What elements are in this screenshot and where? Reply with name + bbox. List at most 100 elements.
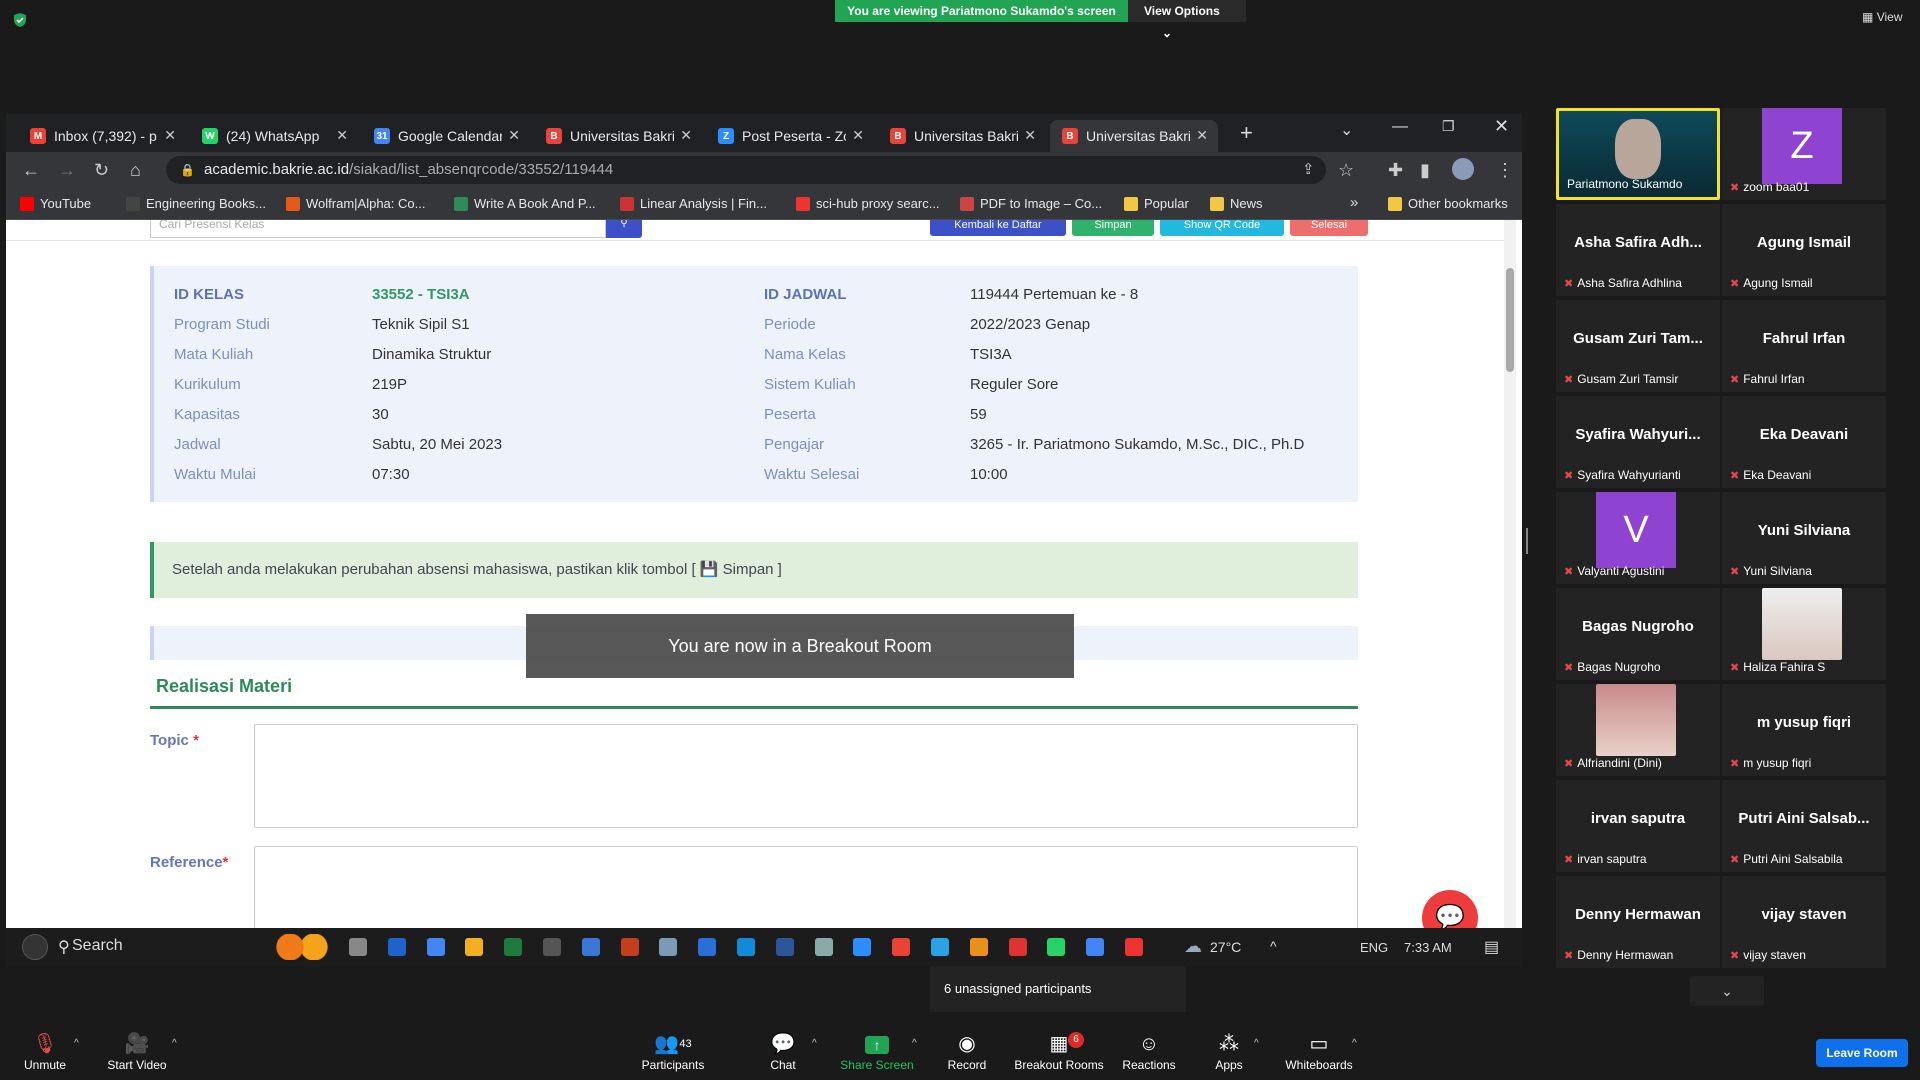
- share-options-caret[interactable]: ^: [912, 1038, 917, 1049]
- participant-tile[interactable]: Syafira Wahyuri... ✖ Syafira Wahyurianti: [1556, 396, 1720, 488]
- back-icon[interactable]: ←: [22, 160, 40, 181]
- reload-icon[interactable]: ↻: [94, 160, 109, 181]
- tab-close-icon[interactable]: ✕: [1024, 127, 1036, 144]
- tray-chevron-icon[interactable]: ^: [1270, 938, 1277, 954]
- tab-close-icon[interactable]: ✕: [852, 127, 864, 144]
- taskbar-app-icon[interactable]: [853, 938, 872, 956]
- taskbar-app-icon[interactable]: [1008, 938, 1027, 956]
- participant-tile[interactable]: irvan saputra ✖ irvan saputra: [1556, 780, 1720, 872]
- participant-tile[interactable]: Gusam Zuri Tam... ✖ Gusam Zuri Tamsir: [1556, 300, 1720, 392]
- participants-button[interactable]: 👥43 Participants: [628, 1032, 718, 1072]
- participant-tile[interactable]: Fahrul Irfan ✖ Fahrul Irfan: [1722, 300, 1886, 392]
- bookmark-item[interactable]: News: [1210, 196, 1263, 211]
- tab-close-icon[interactable]: ✕: [1196, 127, 1208, 144]
- participant-tile[interactable]: Bagas Nugroho ✖ Bagas Nugroho: [1556, 588, 1720, 680]
- tab-close-icon[interactable]: ✕: [680, 127, 692, 144]
- bookmarks-overflow-icon[interactable]: »: [1350, 194, 1358, 211]
- lang-indicator[interactable]: ENG: [1360, 940, 1388, 955]
- extensions-icon[interactable]: ✚: [1388, 160, 1403, 181]
- bookmark-item[interactable]: PDF to Image – Co...: [960, 196, 1102, 211]
- profile-avatar[interactable]: [1452, 158, 1474, 180]
- participant-tile[interactable]: V ✖ Valyanti Agustini: [1556, 492, 1720, 584]
- finish-button[interactable]: Selesai: [1290, 220, 1368, 236]
- share-icon[interactable]: ⇪: [1302, 160, 1315, 178]
- bookmark-item[interactable]: Engineering Books...: [126, 196, 266, 211]
- search-input[interactable]: Cari Presensi Kelas: [150, 220, 606, 238]
- forward-icon[interactable]: →: [58, 160, 76, 181]
- audio-options-caret[interactable]: ^: [74, 1038, 79, 1049]
- taskbar-app-icon[interactable]: [1086, 938, 1105, 956]
- tab-close-icon[interactable]: ✕: [336, 127, 348, 144]
- taskbar-app-icon[interactable]: [1125, 938, 1143, 956]
- whiteboards-button[interactable]: ▭ Whiteboards: [1274, 1032, 1364, 1072]
- bookmark-item[interactable]: Linear Analysis | Fin...: [620, 196, 767, 211]
- participant-tile[interactable]: m yusup fiqri ✖ m yusup fiqri: [1722, 684, 1886, 776]
- bookmark-item[interactable]: Popular: [1124, 196, 1189, 211]
- leave-room-button[interactable]: Leave Room: [1816, 1039, 1908, 1067]
- search-button[interactable]: ⚲: [606, 220, 642, 238]
- participant-tile[interactable]: Agung Ismail ✖ Agung Ismail: [1722, 204, 1886, 296]
- participant-tile[interactable]: Putri Aini Salsab... ✖ Putri Aini Salsabil…: [1722, 780, 1886, 872]
- sidepanel-icon[interactable]: ▮: [1420, 160, 1430, 181]
- browser-tab[interactable]: Z Post Peserta - Zo ✕: [706, 120, 874, 152]
- bookmark-item[interactable]: Write A Book And P...: [454, 196, 596, 211]
- share-screen-button[interactable]: ↑ Share Screen: [832, 1032, 922, 1072]
- taskbar-app-icon[interactable]: [465, 938, 484, 956]
- participant-tile[interactable]: Z ✖ zoom baa01: [1722, 108, 1886, 200]
- bookmark-item[interactable]: Wolfram|Alpha: Co...: [286, 196, 425, 211]
- participant-tile[interactable]: ✖ Alfriandini (Dini): [1556, 684, 1720, 776]
- taskbar-app-icon[interactable]: [349, 938, 367, 956]
- taskbar-app-icon[interactable]: [504, 938, 523, 956]
- browser-tab[interactable]: W (24) WhatsApp ✕: [190, 120, 358, 152]
- browser-tab[interactable]: 31 Google Calendar ✕: [362, 120, 530, 152]
- close-icon[interactable]: ✕: [1494, 116, 1509, 137]
- record-button[interactable]: ◉ Record: [922, 1032, 1012, 1072]
- whiteboard-options-caret[interactable]: ^: [1352, 1038, 1357, 1049]
- restore-icon[interactable]: ❐: [1442, 118, 1455, 135]
- apps-button[interactable]: ⁂ Apps: [1184, 1032, 1274, 1072]
- browser-tab[interactable]: B Universitas Bakrie ✕: [1050, 120, 1218, 152]
- participant-tile[interactable]: Asha Safira Adh... ✖ Asha Safira Adhlina: [1556, 204, 1720, 296]
- participant-tile[interactable]: Eka Deavani ✖ Eka Deavani: [1722, 396, 1886, 488]
- view-button[interactable]: ▦ View: [1862, 10, 1902, 24]
- participant-tile[interactable]: Denny Hermawan ✖ Denny Hermawan: [1556, 876, 1720, 968]
- taskbar-app-icon[interactable]: [737, 938, 755, 956]
- topic-textarea[interactable]: [254, 724, 1358, 828]
- taskbar-search[interactable]: Search: [72, 937, 123, 955]
- taskbar-app-icon[interactable]: [969, 938, 988, 956]
- tab-close-icon[interactable]: ✕: [508, 127, 520, 144]
- bookmark-item[interactable]: Other bookmarks: [1388, 196, 1508, 211]
- taskbar-app-icon[interactable]: [543, 938, 561, 956]
- taskbar-app-icon[interactable]: [931, 938, 949, 956]
- taskbar-app-icon[interactable]: [387, 938, 406, 956]
- notification-icon[interactable]: ▤: [1484, 937, 1499, 957]
- taskbar-app-icon[interactable]: [620, 938, 639, 956]
- new-tab-button[interactable]: +: [1240, 120, 1253, 146]
- taskbar-app-icon[interactable]: [426, 938, 445, 956]
- breakout-rooms-button[interactable]: ▦ Breakout Rooms: [1014, 1032, 1104, 1072]
- participant-tile[interactable]: Pariatmono Sukamdo: [1556, 108, 1720, 200]
- video-options-caret[interactable]: ^: [172, 1038, 177, 1049]
- start-video-button[interactable]: 🎥 Start Video: [92, 1032, 182, 1072]
- chat-options-caret[interactable]: ^: [812, 1038, 817, 1049]
- taskbar-app-icon[interactable]: [581, 938, 600, 956]
- clock[interactable]: 7:33 AM: [1404, 940, 1452, 955]
- taskbar-app-icon[interactable]: [698, 938, 717, 956]
- star-icon[interactable]: ☆: [1338, 160, 1354, 181]
- save-button[interactable]: Simpan: [1072, 220, 1154, 236]
- back-to-list-button[interactable]: Kembali ke Daftar: [930, 220, 1066, 236]
- taskbar-app-icon[interactable]: [1047, 938, 1066, 956]
- start-icon[interactable]: [22, 934, 48, 960]
- participant-tile[interactable]: vijay staven ✖ vijay staven: [1722, 876, 1886, 968]
- view-options-button[interactable]: View Options ⌄: [1128, 0, 1246, 40]
- taskbar-app-icon[interactable]: [814, 938, 833, 956]
- participant-tile[interactable]: Yuni Silviana ✖ Yuni Silviana: [1722, 492, 1886, 584]
- bookmark-item[interactable]: sci-hub proxy searc...: [796, 196, 940, 211]
- splitter-handle[interactable]: [1526, 528, 1528, 554]
- tab-close-icon[interactable]: ✕: [164, 127, 176, 144]
- participant-tile[interactable]: ✖ Haliza Fahira S: [1722, 588, 1886, 680]
- show-qr-button[interactable]: Show QR Code: [1160, 220, 1284, 236]
- bookmark-item[interactable]: YouTube: [20, 196, 91, 211]
- scrollbar-thumb[interactable]: [1506, 268, 1514, 372]
- browser-tab[interactable]: B Universitas Bakrie ✕: [534, 120, 702, 152]
